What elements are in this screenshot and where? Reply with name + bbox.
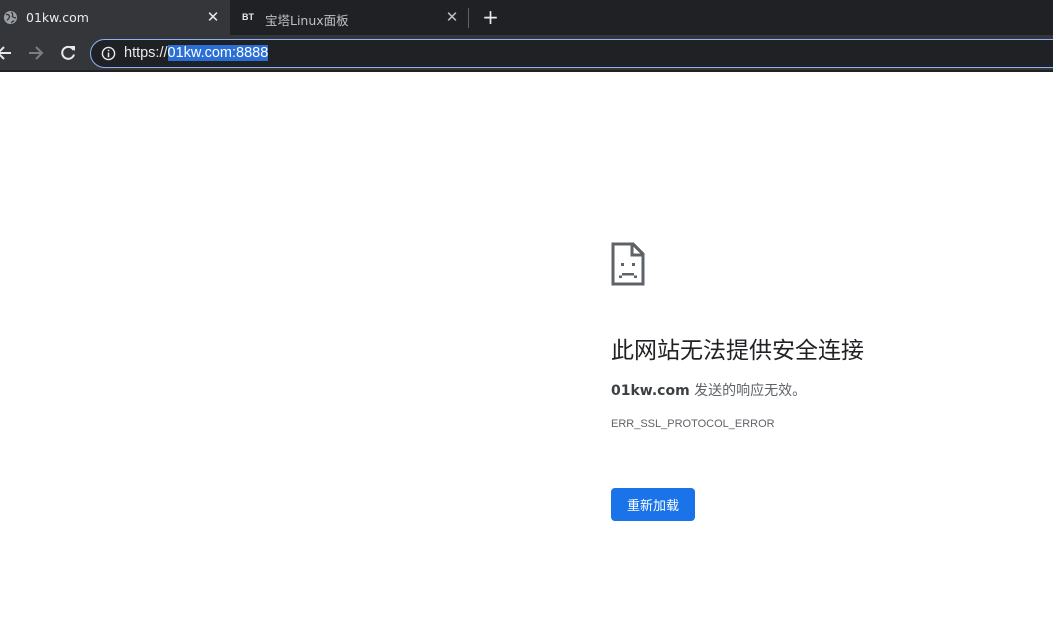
url-host-selected: 01kw.com:8888 [167, 45, 269, 61]
tab-title: 宝塔Linux面板 [265, 13, 349, 28]
tab-separator [468, 8, 469, 28]
url-text[interactable]: https://01kw.com:8888 [124, 44, 269, 62]
address-bar[interactable]: https://01kw.com:8888 [90, 39, 1053, 68]
back-arrow-icon[interactable] [0, 43, 14, 63]
forward-arrow-icon[interactable] [26, 43, 46, 63]
url-scheme: https:// [124, 45, 168, 61]
reload-button[interactable]: 重新加载 [611, 488, 695, 521]
tab-01kw[interactable]: 01kw.com ✕ [0, 0, 230, 35]
toolbar: https://01kw.com:8888 [0, 35, 1053, 72]
close-tab-icon[interactable]: ✕ [445, 10, 459, 25]
info-icon[interactable] [101, 46, 116, 61]
new-tab-button[interactable]: + [480, 7, 501, 28]
sad-page-icon [611, 242, 645, 286]
bt-favicon-icon: BT [242, 12, 254, 22]
error-host: 01kw.com [611, 383, 690, 399]
error-message-text: 发送的响应无效。 [689, 383, 807, 399]
reload-icon[interactable] [58, 43, 78, 63]
tab-title: 01kw.com [26, 10, 89, 25]
close-tab-icon[interactable]: ✕ [206, 10, 220, 25]
error-heading: 此网站无法提供安全连接 [611, 338, 864, 364]
browser-window: 01kw.com ✕ BT 宝塔Linux面板 ✕ + https://01kw… [0, 0, 1053, 639]
error-code: ERR_SSL_PROTOCOL_ERROR [611, 418, 775, 430]
tab-strip: 01kw.com ✕ BT 宝塔Linux面板 ✕ + [0, 0, 1053, 35]
tab-bt-panel[interactable]: BT 宝塔Linux面板 ✕ [232, 0, 468, 35]
error-page: 此网站无法提供安全连接 01kw.com 发送的响应无效。 ERR_SSL_PR… [0, 72, 1053, 639]
error-message: 01kw.com 发送的响应无效。 [611, 380, 806, 400]
globe-icon [3, 10, 18, 25]
